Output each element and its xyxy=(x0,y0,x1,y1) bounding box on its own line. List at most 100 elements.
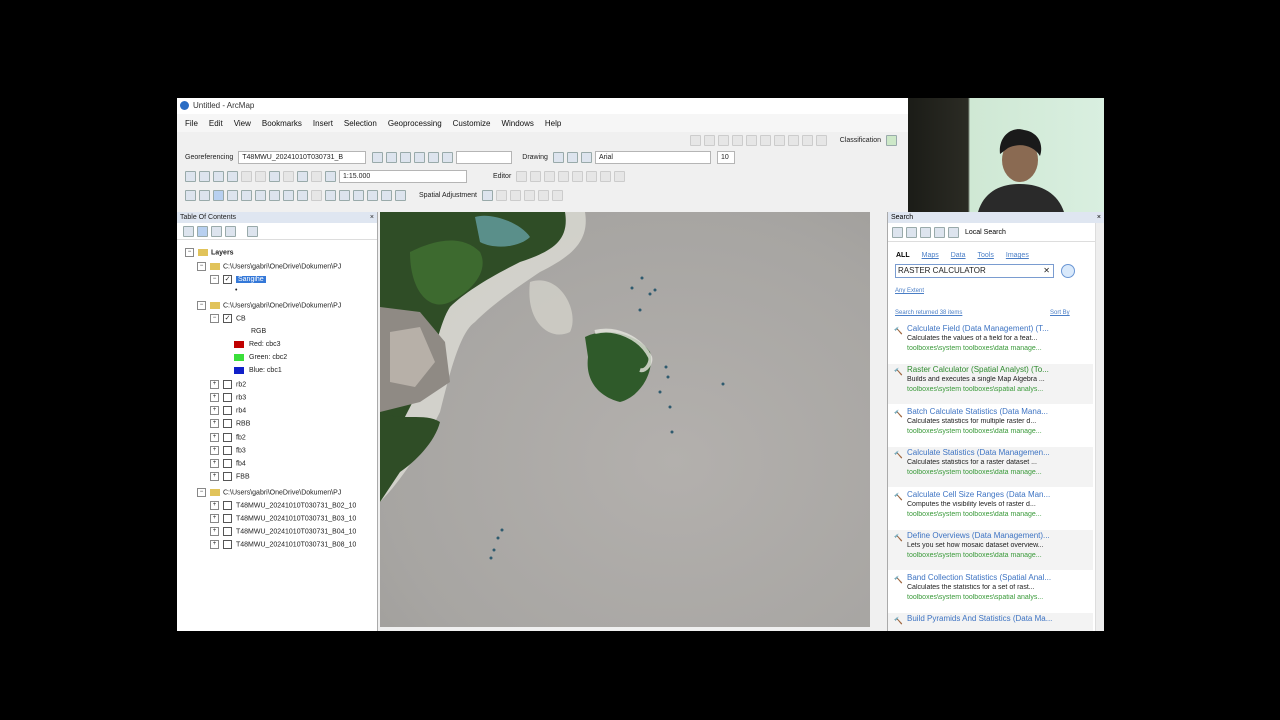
menu-geoprocessing[interactable]: Geoprocessing xyxy=(388,119,442,128)
undo-icon[interactable] xyxy=(297,171,308,182)
result-title[interactable]: Build Pyramids And Statistics (Data Ma..… xyxy=(907,614,1091,623)
layer-visibility-checkbox[interactable] xyxy=(223,527,232,536)
search-returned-link[interactable]: Search returned 38 items xyxy=(895,310,962,316)
toc-layer-fbb[interactable]: + FBB xyxy=(210,472,250,482)
layer-visibility-checkbox[interactable] xyxy=(223,275,232,284)
expand-icon[interactable]: + xyxy=(210,446,219,455)
home-icon[interactable] xyxy=(920,226,931,238)
redo-icon[interactable] xyxy=(311,171,322,182)
splitter[interactable] xyxy=(870,212,887,631)
toc-layer-b02[interactable]: + T48MWU_20241010T030731_B02_10 xyxy=(210,501,356,511)
expand-icon[interactable]: + xyxy=(210,419,219,428)
toc-group-3[interactable]: − C:\Users\gabri\OneDrive\Dokumen\PJ xyxy=(197,488,341,498)
search-result[interactable]: 🔨 Batch Calculate Statistics (Data Mana.… xyxy=(888,406,1093,446)
layer-sangihe-label[interactable]: Sangihe xyxy=(236,276,266,284)
classification-dropdown[interactable]: Classification xyxy=(840,137,881,144)
drawing-menu[interactable]: Drawing xyxy=(522,154,548,161)
edit-tool-icon[interactable] xyxy=(572,171,584,182)
close-icon[interactable]: × xyxy=(370,212,374,223)
adjust-tool-icon[interactable] xyxy=(551,190,563,201)
edit-tool-icon[interactable] xyxy=(586,171,598,182)
expand-icon[interactable]: + xyxy=(210,380,219,389)
search-result[interactable]: 🔨 Define Overviews (Data Management)... … xyxy=(888,530,1093,570)
expand-icon[interactable]: + xyxy=(210,459,219,468)
list-by-drawing-order-icon[interactable] xyxy=(183,225,194,237)
collapse-icon[interactable]: − xyxy=(185,248,194,257)
toc-layer-rb3[interactable]: + rb3 xyxy=(210,393,246,403)
back-icon[interactable] xyxy=(892,226,903,238)
layer-visibility-checkbox[interactable] xyxy=(223,314,232,323)
toc-layer-b08[interactable]: + T48MWU_20241010T030731_B08_10 xyxy=(210,540,356,550)
toc-layer-fb4[interactable]: + fb4 xyxy=(210,459,246,469)
tab-data[interactable]: Data xyxy=(951,252,966,259)
collapse-icon[interactable]: − xyxy=(210,275,219,284)
expand-icon[interactable]: + xyxy=(210,501,219,510)
collapse-icon[interactable]: − xyxy=(197,262,206,271)
toc-layer-sangihe[interactable]: − Sangihe xyxy=(210,275,266,285)
edit-tool-icon[interactable] xyxy=(516,171,528,182)
adjust-tool-icon[interactable] xyxy=(537,190,549,201)
result-title[interactable]: Calculate Statistics (Data Managemen... xyxy=(907,448,1091,457)
toc-layer-fb2[interactable]: + fb2 xyxy=(210,433,246,443)
toc-group-2[interactable]: − C:\Users\gabri\OneDrive\Dokumen\PJ xyxy=(197,301,341,311)
hyperlink-icon[interactable] xyxy=(381,190,392,201)
fixed-zoom-icon[interactable] xyxy=(241,190,252,201)
select-features-icon[interactable] xyxy=(297,190,308,201)
layer-visibility-checkbox[interactable] xyxy=(223,501,232,510)
search-result[interactable]: 🔨 Build Pyramids And Statistics (Data Ma… xyxy=(888,613,1093,631)
expand-icon[interactable]: + xyxy=(210,540,219,549)
layer-visibility-checkbox[interactable] xyxy=(223,472,232,481)
tab-images[interactable]: Images xyxy=(1006,252,1029,259)
clear-selection-icon[interactable] xyxy=(311,190,322,201)
toc-layer-rbb[interactable]: + RBB xyxy=(210,419,250,429)
options-icon[interactable] xyxy=(247,225,258,237)
adjust-tool-icon[interactable] xyxy=(495,190,507,201)
rectangle-icon[interactable] xyxy=(566,152,578,163)
layer-visibility-checkbox[interactable] xyxy=(223,380,232,389)
expand-icon[interactable]: + xyxy=(210,527,219,536)
forward-icon[interactable] xyxy=(283,190,294,201)
layer-visibility-checkbox[interactable] xyxy=(223,514,232,523)
tool-icon[interactable] xyxy=(689,134,701,146)
layer-visibility-checkbox[interactable] xyxy=(223,459,232,468)
menu-windows[interactable]: Windows xyxy=(501,119,533,128)
menu-view[interactable]: View xyxy=(234,119,251,128)
font-size-dropdown[interactable]: 10 xyxy=(716,151,735,164)
search-scope-dropdown[interactable]: Local Search xyxy=(962,227,1058,238)
copy-icon[interactable] xyxy=(255,171,266,182)
tool-icon[interactable] xyxy=(703,134,715,146)
paste-icon[interactable] xyxy=(269,171,280,182)
search-icon[interactable] xyxy=(1061,264,1075,278)
adjust-tool-icon[interactable] xyxy=(481,190,493,201)
adjust-tool-icon[interactable] xyxy=(509,190,521,201)
menu-selection[interactable]: Selection xyxy=(344,119,377,128)
cut-icon[interactable] xyxy=(241,171,252,182)
font-dropdown[interactable]: Arial xyxy=(594,151,711,164)
measure-icon[interactable] xyxy=(367,190,378,201)
delete-icon[interactable] xyxy=(283,171,294,182)
georeferencing-menu[interactable]: Georeferencing xyxy=(185,154,233,161)
tool-icon[interactable] xyxy=(745,134,757,146)
add-data-icon[interactable] xyxy=(325,171,336,182)
any-extent-link[interactable]: Any Extent xyxy=(895,288,924,294)
tool-icon[interactable] xyxy=(773,134,785,146)
tool-icon[interactable] xyxy=(815,134,827,146)
expand-icon[interactable]: + xyxy=(210,514,219,523)
layer-visibility-checkbox[interactable] xyxy=(223,433,232,442)
text-icon[interactable] xyxy=(580,152,592,163)
menu-bookmarks[interactable]: Bookmarks xyxy=(262,119,302,128)
layer-visibility-checkbox[interactable] xyxy=(223,540,232,549)
pan-icon[interactable] xyxy=(213,190,224,201)
search-result[interactable]: 🔨 Calculate Statistics (Data Managemen..… xyxy=(888,447,1093,487)
new-icon[interactable] xyxy=(185,171,196,182)
scale-dropdown[interactable]: 1:15.000 xyxy=(339,170,467,183)
open-icon[interactable] xyxy=(199,171,210,182)
expand-icon[interactable]: + xyxy=(210,393,219,402)
expand-icon[interactable]: + xyxy=(210,433,219,442)
edit-tool-icon[interactable] xyxy=(600,171,612,182)
back-icon[interactable] xyxy=(269,190,280,201)
result-title[interactable]: Band Collection Statistics (Spatial Anal… xyxy=(907,573,1091,582)
toc-layer-cb[interactable]: − CB xyxy=(210,314,246,324)
map-view[interactable] xyxy=(380,212,870,627)
editor-menu[interactable]: Editor xyxy=(493,173,511,180)
